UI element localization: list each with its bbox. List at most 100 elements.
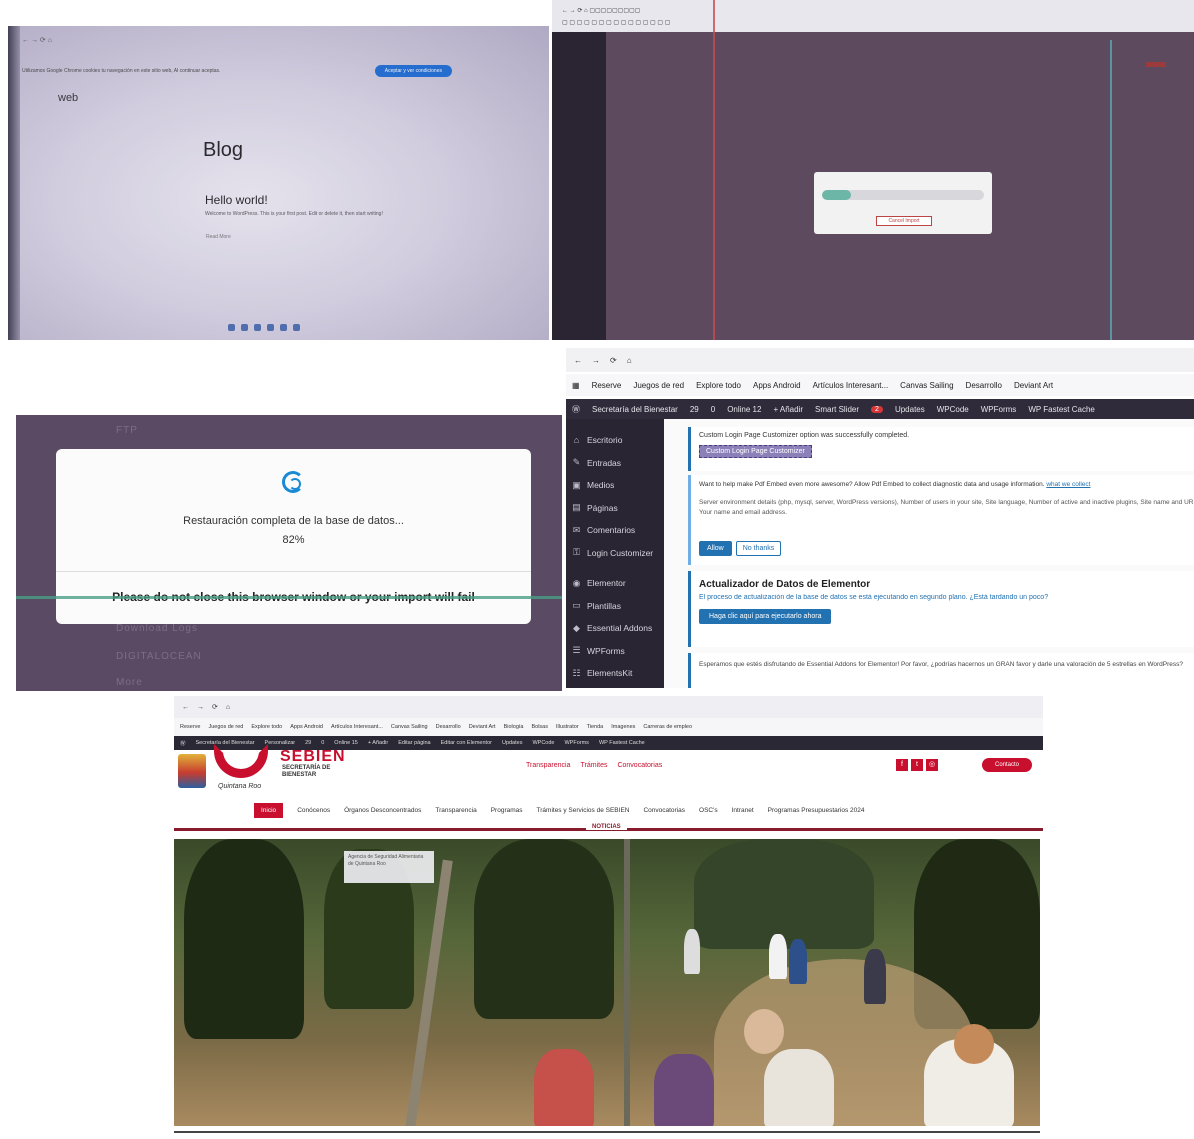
- nav-item[interactable]: Convocatorias: [643, 807, 685, 814]
- bookmark-item[interactable]: Deviant Art: [1014, 381, 1053, 390]
- bookmark-item[interactable]: Tienda: [587, 724, 604, 730]
- nav-item[interactable]: Conócenos: [297, 807, 330, 814]
- sidebar-item[interactable]: ◆ Essential Addons: [566, 617, 664, 640]
- sidebar-item[interactable]: ▭ Plantillas: [566, 595, 664, 618]
- contact-button[interactable]: Contacto: [982, 758, 1032, 772]
- back-icon[interactable]: ←: [574, 356, 582, 365]
- adminbar-item[interactable]: 0: [321, 740, 324, 746]
- allow-button[interactable]: Allow: [699, 541, 732, 556]
- forward-icon[interactable]: →: [592, 356, 600, 365]
- bookmark-item[interactable]: Explore todo: [696, 381, 741, 390]
- adminbar-item[interactable]: Personalizar: [265, 740, 296, 746]
- sidebar-item[interactable]: ⚿ Login Customizer: [566, 542, 664, 565]
- adminbar-item[interactable]: WP Fastest Cache: [599, 740, 645, 746]
- sidebar-item[interactable]: ☰ WPForms: [566, 640, 664, 663]
- nav-item[interactable]: OSC's: [699, 807, 718, 814]
- nav-item[interactable]: Programas: [491, 807, 523, 814]
- adminbar-item[interactable]: Updates: [502, 740, 523, 746]
- taskbar-icon[interactable]: [254, 324, 261, 331]
- adminbar-pending[interactable]: 0: [711, 405, 715, 414]
- adminbar-fastest-cache[interactable]: WP Fastest Cache: [1028, 405, 1095, 414]
- brand-name[interactable]: SEBIEN: [280, 748, 346, 766]
- sidebar-item[interactable]: ☷ ElementsKit: [566, 662, 664, 685]
- adminbar-site[interactable]: Secretaría del Bienestar: [592, 405, 678, 414]
- sidebar-item[interactable]: ▤ Páginas: [566, 497, 664, 520]
- site-name[interactable]: web: [58, 92, 78, 104]
- taskbar-icon[interactable]: [241, 324, 248, 331]
- nav-item[interactable]: Programas Presupuestarios 2024: [768, 807, 865, 814]
- bookmark-item[interactable]: Canvas Sailing: [391, 724, 428, 730]
- bookmark-item[interactable]: Bolsas: [531, 724, 548, 730]
- bookmark-item[interactable]: Apps Android: [290, 724, 323, 730]
- reload-icon[interactable]: ⟳: [212, 703, 218, 711]
- bookmark-item[interactable]: Artículos Interesant...: [331, 724, 383, 730]
- browser-url-bar[interactable]: ← → ⟳ ⌂: [566, 348, 1194, 372]
- bookmark-item[interactable]: Desarrollo: [966, 381, 1002, 390]
- reload-icon[interactable]: ⟳: [610, 356, 617, 365]
- forward-icon[interactable]: →: [197, 704, 204, 711]
- back-icon[interactable]: ←: [182, 704, 189, 711]
- adminbar-online[interactable]: Online 12: [727, 405, 761, 414]
- run-now-button[interactable]: Haga clic aquí para ejecutarlo ahora: [699, 609, 832, 624]
- top-link-convocatorias[interactable]: Convocatorias: [617, 762, 662, 769]
- nav-dropdown-menu[interactable]: Agencia de Seguridad Alimentaria de Quin…: [344, 851, 434, 883]
- taskbar-icon[interactable]: [267, 324, 274, 331]
- bookmark-item[interactable]: Juegos de red: [633, 381, 684, 390]
- adminbar-add-new[interactable]: + Añadir: [773, 405, 803, 414]
- login-customizer-button[interactable]: Custom Login Page Customizer: [699, 445, 812, 458]
- sidebar-item[interactable]: ▣ Medios: [566, 474, 664, 497]
- bookmark-item[interactable]: Deviant Art: [469, 724, 496, 730]
- adminbar-item[interactable]: WPForms: [564, 740, 588, 746]
- nav-item[interactable]: Órganos Desconcentrados: [344, 807, 421, 814]
- sidebar-item[interactable]: ✉ Comentarios: [566, 519, 664, 542]
- home-icon[interactable]: ⌂: [226, 704, 230, 711]
- adminbar-item[interactable]: WPCode: [532, 740, 554, 746]
- bookmark-item[interactable]: Explore todo: [251, 724, 282, 730]
- bookmark-item[interactable]: Apps Android: [753, 381, 801, 390]
- bookmark-item[interactable]: Imagenes: [611, 724, 635, 730]
- nav-item[interactable]: Inicio: [254, 802, 284, 818]
- apps-grid-icon[interactable]: ▦: [572, 381, 580, 390]
- home-icon[interactable]: ⌂: [627, 356, 632, 365]
- nav-item[interactable]: Transparencia: [435, 807, 476, 814]
- adminbar-smart-slider[interactable]: Smart Slider: [815, 405, 859, 414]
- wordpress-logo-icon[interactable]: Ⓦ: [180, 739, 186, 747]
- bookmark-item[interactable]: Carreras de empleo: [643, 724, 692, 730]
- adminbar-updates[interactable]: Updates: [895, 405, 925, 414]
- top-link-tramites[interactable]: Trámites: [581, 762, 608, 769]
- nav-item[interactable]: Intranet: [732, 807, 754, 814]
- adminbar-item[interactable]: Editar página: [398, 740, 430, 746]
- bookmark-item[interactable]: Artículos Interesant...: [813, 381, 889, 390]
- taskbar-icon[interactable]: [280, 324, 287, 331]
- twitter-icon[interactable]: t: [911, 759, 923, 771]
- adminbar-item[interactable]: Online 15: [334, 740, 358, 746]
- cancel-import-button[interactable]: Cancel Import: [876, 216, 932, 226]
- facebook-icon[interactable]: f: [896, 759, 908, 771]
- bookmark-item[interactable]: Reserve: [592, 381, 622, 390]
- taskbar-icon[interactable]: [293, 324, 300, 331]
- bookmark-item[interactable]: Canvas Sailing: [900, 381, 953, 390]
- sidebar-item[interactable]: ⌂ Escritorio: [566, 429, 664, 452]
- sidebar-item[interactable]: ✎ Entradas: [566, 452, 664, 475]
- bookmark-item[interactable]: Biología: [504, 724, 524, 730]
- bookmark-item[interactable]: Desarrollo: [436, 724, 461, 730]
- cookie-accept-button[interactable]: Aceptar y ver condiciones: [374, 65, 452, 77]
- q-logo-icon[interactable]: [214, 744, 268, 778]
- instagram-icon[interactable]: ◎: [926, 759, 938, 771]
- adminbar-item[interactable]: Editar con Elementor: [441, 740, 492, 746]
- no-thanks-button[interactable]: No thanks: [735, 541, 782, 556]
- nav-item[interactable]: Trámites y Servicios de SEBIEN: [537, 807, 630, 814]
- top-link-transparencia[interactable]: Transparencia: [526, 762, 571, 769]
- read-more-link[interactable]: Read More: [206, 234, 231, 240]
- adminbar-item[interactable]: + Añadir: [368, 740, 388, 746]
- post-title[interactable]: Hello world!: [205, 193, 268, 207]
- adminbar-comments[interactable]: 29: [690, 405, 699, 414]
- adminbar-item[interactable]: 29: [305, 740, 311, 746]
- bookmark-item[interactable]: Reserve: [180, 724, 200, 730]
- adminbar-wpforms[interactable]: WPForms: [981, 405, 1017, 414]
- bookmark-item[interactable]: Juegos de red: [208, 724, 243, 730]
- what-we-collect-link[interactable]: what we collect: [1046, 481, 1090, 488]
- browser-url-bar[interactable]: ← → ⟳ ⌂: [174, 696, 1043, 718]
- sidebar-item[interactable]: ◉ Elementor: [566, 572, 664, 595]
- taskbar-icon[interactable]: [228, 324, 235, 331]
